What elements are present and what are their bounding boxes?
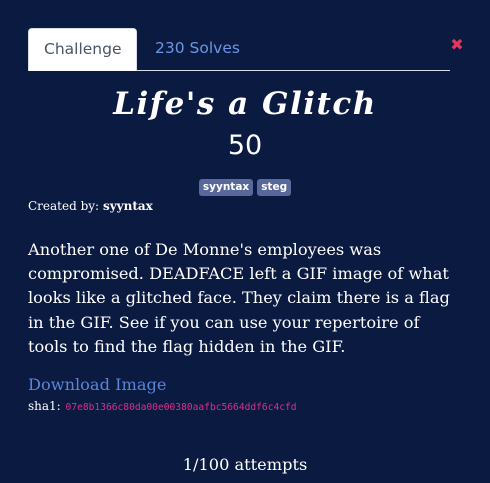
created-by: Created by: syyntax (28, 199, 153, 213)
sha-line: sha1: 07e8b1366c80da00e00380aafbc5664ddf… (28, 399, 297, 413)
download-link[interactable]: Download Image (28, 375, 166, 394)
tag-badge: steg (257, 179, 292, 196)
sha-value: 07e8b1366c80da00e00380aafbc5664ddf6c4cfd (65, 402, 297, 413)
sha-label: sha1: (28, 399, 61, 413)
challenge-title: Life's a Glitch (113, 86, 377, 122)
author-name: syyntax (102, 199, 153, 213)
tag-list: syyntax steg (0, 179, 490, 196)
tag-badge: syyntax (198, 179, 254, 196)
close-icon[interactable]: ✖ (450, 37, 464, 53)
challenge-tabs: Challenge 230 Solves (28, 28, 450, 71)
tab-solves[interactable]: 230 Solves (139, 28, 256, 69)
created-by-label: Created by: (28, 199, 100, 213)
tab-challenge[interactable]: Challenge (28, 28, 137, 71)
challenge-description: Another one of De Monne's employees was … (28, 240, 450, 356)
attempts-counter: 1/100 attempts (182, 455, 308, 474)
challenge-points: 50 (227, 130, 263, 161)
